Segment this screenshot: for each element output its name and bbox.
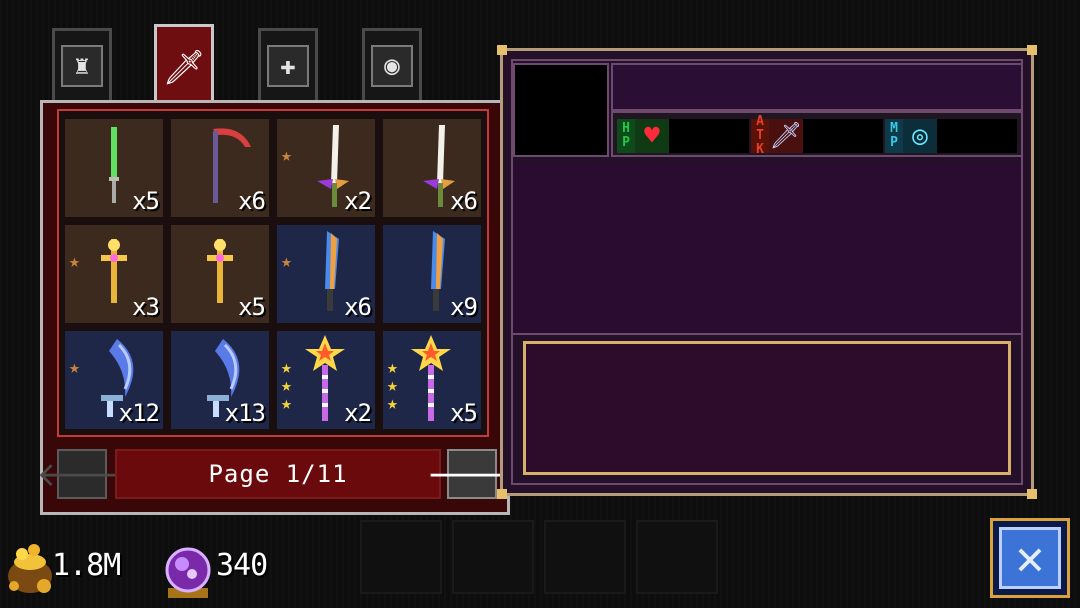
tab-shield[interactable]: ✚ [258, 28, 318, 100]
star-icon: ★ [281, 251, 292, 272]
star-icon: ★ [69, 251, 80, 272]
hp-value [669, 119, 749, 153]
item-quantity: x5 [450, 399, 478, 427]
rarity-stars: ★ ★ ★ [281, 359, 292, 413]
atk-stat: ATK 🗡 [751, 115, 883, 157]
rarity-stars: ★ [69, 253, 80, 271]
sword-icon: 🗡 [162, 47, 206, 88]
item-quantity: x12 [118, 399, 160, 427]
inventory-slot[interactable]: ★ x6 [277, 225, 375, 323]
rarity-stars: ★ [69, 359, 80, 377]
close-button[interactable]: ✕ [990, 518, 1070, 598]
heart-icon: ♥ [635, 119, 669, 153]
item-quantity: x6 [450, 187, 478, 215]
inventory-slot[interactable]: ★ ★ ★ x5 [383, 331, 481, 429]
item-quantity: x13 [224, 399, 266, 427]
star-icon: ★ [281, 393, 292, 414]
rarity-stars: ★ [281, 147, 292, 165]
armor-icon: ♜ [61, 44, 103, 87]
item-name-bar [611, 63, 1023, 111]
page-indicator: Page 1/11 [115, 449, 441, 499]
gold-pot-icon [8, 544, 52, 593]
crystal-orb-icon [165, 547, 211, 598]
hp-stat: HP ♥ [617, 119, 749, 153]
background-slots [360, 520, 718, 594]
item-info-area [513, 163, 1021, 335]
inventory-slot[interactable]: x6 [383, 119, 481, 217]
inventory-grid: x5 x6 ★ x2 x6 ★ x3 x5 ★ x6 x9 ★ x12 x13 ★ ★ ★ x2 ★ ★ ★ x5 [57, 109, 489, 437]
item-portrait [513, 63, 609, 157]
mana-icon: ◎ [903, 119, 937, 153]
inventory-slot[interactable]: ★ x2 [277, 119, 375, 217]
atk-tag: ATK [751, 115, 769, 157]
item-description-box [523, 341, 1011, 475]
star-icon: ★ [281, 145, 292, 166]
gem-amount: 340 [216, 548, 268, 583]
item-detail-panel: HP ♥ ATK 🗡 MP ◎ [497, 45, 1037, 499]
tab-armor[interactable]: ♜ [52, 28, 112, 100]
hp-tag: HP [617, 119, 635, 153]
shield-icon: ✚ [267, 44, 309, 87]
inventory-slot[interactable]: ★ x12 [65, 331, 163, 429]
tab-accessory[interactable]: ◉ [362, 28, 422, 100]
mp-stat: MP ◎ [885, 119, 1017, 153]
inventory-slot[interactable]: x9 [383, 225, 481, 323]
prev-page-button[interactable]: 🡐 [36, 449, 128, 499]
pager: 🡐 Page 1/11 🡒 [36, 447, 518, 503]
inventory-slot[interactable]: ★ x3 [65, 225, 163, 323]
mp-tag: MP [885, 119, 903, 153]
stat-bar: HP ♥ ATK 🗡 MP ◎ [611, 111, 1023, 157]
inventory-slot[interactable]: x13 [171, 331, 269, 429]
item-quantity: x5 [132, 187, 160, 215]
sword-stat-icon: 🗡 [769, 119, 803, 153]
rarity-stars: ★ ★ ★ [387, 359, 398, 413]
ring-icon: ◉ [371, 44, 413, 87]
mp-value [937, 119, 1017, 153]
atk-value [803, 119, 883, 153]
inventory-slot[interactable]: x5 [171, 225, 269, 323]
item-quantity: x5 [238, 293, 266, 321]
inventory-slot[interactable]: ★ ★ ★ x2 [277, 331, 375, 429]
inventory-panel: x5 x6 ★ x2 x6 ★ x3 x5 ★ x6 x9 ★ x12 x13 ★ ★ ★ x2 ★ ★ ★ x5 🡐 P… [36, 100, 518, 515]
gold-amount: 1.8M [52, 548, 121, 583]
item-quantity: x2 [344, 187, 372, 215]
close-icon: ✕ [999, 527, 1061, 589]
tab-weapons[interactable]: 🗡 [154, 24, 214, 108]
item-quantity: x6 [238, 187, 266, 215]
star-icon: ★ [69, 357, 80, 378]
item-quantity: x3 [132, 293, 160, 321]
next-page-button[interactable]: 🡒 [426, 449, 518, 499]
rarity-stars: ★ [281, 253, 292, 271]
inventory-slot[interactable]: x6 [171, 119, 269, 217]
item-quantity: x9 [450, 293, 478, 321]
star-icon: ★ [387, 393, 398, 414]
item-quantity: x6 [344, 293, 372, 321]
item-quantity: x2 [344, 399, 372, 427]
inventory-slot[interactable]: x5 [65, 119, 163, 217]
